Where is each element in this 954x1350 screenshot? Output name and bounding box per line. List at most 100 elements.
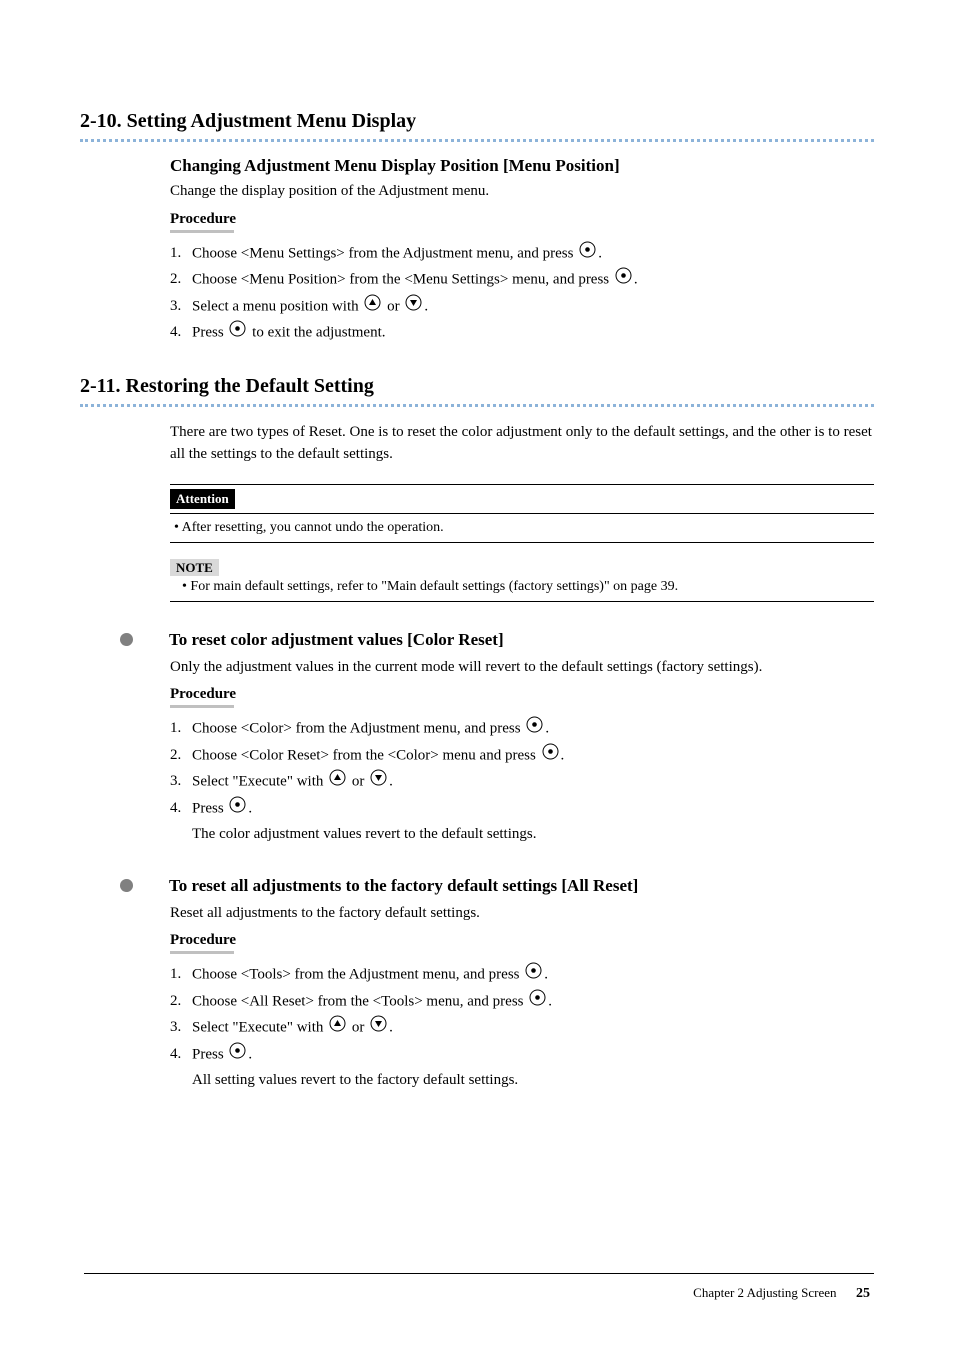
step4-text-b: to exit the adjustment. xyxy=(252,325,385,341)
footer-chapter: Chapter 2 Adjusting Screen xyxy=(693,1285,836,1300)
dotted-rule xyxy=(80,139,874,142)
step3-text-a: Select a menu position with xyxy=(192,298,362,314)
step-1: 1. Choose <Tools> from the Adjustment me… xyxy=(170,962,874,989)
step-4: 4. Press . The color adjustment values r… xyxy=(170,796,874,848)
enter-icon xyxy=(542,743,559,770)
step3-end: . xyxy=(424,298,428,314)
step-3: 3. Select a menu position with or . xyxy=(170,294,874,321)
note-line: • For main default settings, refer to "M… xyxy=(182,579,874,595)
procedure-steps: 1. Choose <Menu Settings> from the Adjus… xyxy=(170,241,874,347)
down-icon xyxy=(370,1015,387,1042)
step-3: 3. Select "Execute" with or . xyxy=(170,1015,874,1042)
step1-end: . xyxy=(598,245,602,261)
step-num: 2. xyxy=(170,989,192,1016)
step-1: 1. Choose <Color> from the Adjustment me… xyxy=(170,716,874,743)
step1-text: Choose <Menu Settings> from the Adjustme… xyxy=(192,245,577,261)
gray-rule xyxy=(170,705,234,708)
procedure-label: Procedure xyxy=(170,686,874,703)
attention-header: Attention xyxy=(170,485,874,514)
enter-icon xyxy=(229,796,246,823)
step-num: 4. xyxy=(170,320,192,347)
step-2: 2. Choose <Color Reset> from the <Color>… xyxy=(170,743,874,770)
gray-rule xyxy=(170,230,234,233)
step-num: 1. xyxy=(170,962,192,989)
all-reset-steps: 1. Choose <Tools> from the Adjustment me… xyxy=(170,962,874,1094)
intro-para: There are two types of Reset. One is to … xyxy=(170,421,874,466)
step2-end: . xyxy=(634,272,638,288)
step-num: 3. xyxy=(170,769,192,796)
attention-body: • After resetting, you cannot undo the o… xyxy=(170,514,874,542)
subsection-menu-position: Changing Adjustment Menu Display Positio… xyxy=(170,156,874,347)
enter-icon xyxy=(529,989,546,1016)
end: . xyxy=(389,1020,393,1036)
text: Choose <Color Reset> from the <Color> me… xyxy=(192,747,540,763)
bullet1-para: Only the adjustment values in the curren… xyxy=(170,656,874,679)
step-num: 4. xyxy=(170,796,192,848)
note-text-b: . xyxy=(675,579,679,594)
bullet1-text: To reset color adjustment values [Color … xyxy=(169,630,504,650)
footer-rule xyxy=(84,1273,874,1274)
text-b: . xyxy=(248,1046,252,1062)
bullet-icon xyxy=(120,633,133,646)
procedure-label: Procedure xyxy=(170,932,874,949)
step-num: 3. xyxy=(170,294,192,321)
step-3: 3. Select "Execute" with or . xyxy=(170,769,874,796)
dotted-rule xyxy=(80,404,874,407)
enter-icon xyxy=(615,267,632,294)
step3-mid: or xyxy=(387,298,403,314)
up-icon xyxy=(364,294,381,321)
bullet-color-reset: To reset color adjustment values [Color … xyxy=(170,630,874,650)
text-c: All setting values revert to the factory… xyxy=(192,1068,874,1094)
text-a: Select "Execute" with xyxy=(192,774,327,790)
text: Choose <All Reset> from the <Tools> menu… xyxy=(192,993,527,1009)
text-mid: or xyxy=(352,774,368,790)
enter-icon xyxy=(526,716,543,743)
step-num: 4. xyxy=(170,1042,192,1094)
text-mid: or xyxy=(352,1020,368,1036)
footer-page-number: 25 xyxy=(856,1286,870,1301)
note-box: NOTE • For main default settings, refer … xyxy=(170,559,874,602)
heading-2-11: 2-11. Restoring the Default Setting xyxy=(80,375,874,398)
text-a: Press xyxy=(192,800,227,816)
page: 2-10. Setting Adjustment Menu Display Ch… xyxy=(0,0,954,1350)
step-num: 2. xyxy=(170,267,192,294)
text-a: Select "Execute" with xyxy=(192,1020,327,1036)
step2-text: Choose <Menu Position> from the <Menu Se… xyxy=(192,272,613,288)
up-icon xyxy=(329,769,346,796)
step-num: 2. xyxy=(170,743,192,770)
section2-body: There are two types of Reset. One is to … xyxy=(170,421,874,1094)
bullet-all-reset: To reset all adjustments to the factory … xyxy=(170,876,874,896)
note-text-a: • For main default settings, refer to "M… xyxy=(182,579,631,594)
bullet-icon xyxy=(120,879,133,892)
step-2: 2. Choose <All Reset> from the <Tools> m… xyxy=(170,989,874,1016)
attention-label: Attention xyxy=(170,489,235,509)
step4-text-a: Press xyxy=(192,325,227,341)
end: . xyxy=(548,993,552,1009)
step-num: 1. xyxy=(170,241,192,268)
end: . xyxy=(545,721,549,737)
step-4: 4. Press . All setting values revert to … xyxy=(170,1042,874,1094)
enter-icon xyxy=(579,241,596,268)
end: . xyxy=(544,967,548,983)
end: . xyxy=(389,774,393,790)
bullet2-text: To reset all adjustments to the factory … xyxy=(169,876,638,896)
text-c: The color adjustment values revert to th… xyxy=(192,822,874,848)
section-menu-display: 2-10. Setting Adjustment Menu Display Ch… xyxy=(80,110,874,347)
attention-box: Attention • After resetting, you cannot … xyxy=(170,484,874,543)
color-reset-steps: 1. Choose <Color> from the Adjustment me… xyxy=(170,716,874,848)
text: Choose <Color> from the Adjustment menu,… xyxy=(192,721,524,737)
sub-para: Change the display position of the Adjus… xyxy=(170,180,874,203)
page-link[interactable]: page 39 xyxy=(631,579,675,594)
bullet2-para: Reset all adjustments to the factory def… xyxy=(170,902,874,925)
enter-icon xyxy=(229,1042,246,1069)
up-icon xyxy=(329,1015,346,1042)
step-num: 1. xyxy=(170,716,192,743)
text-b: . xyxy=(248,800,252,816)
text-a: Press xyxy=(192,1046,227,1062)
down-icon xyxy=(370,769,387,796)
step-1: 1. Choose <Menu Settings> from the Adjus… xyxy=(170,241,874,268)
down-icon xyxy=(405,294,422,321)
enter-icon xyxy=(229,320,246,347)
text: Choose <Tools> from the Adjustment menu,… xyxy=(192,967,523,983)
end: . xyxy=(561,747,565,763)
